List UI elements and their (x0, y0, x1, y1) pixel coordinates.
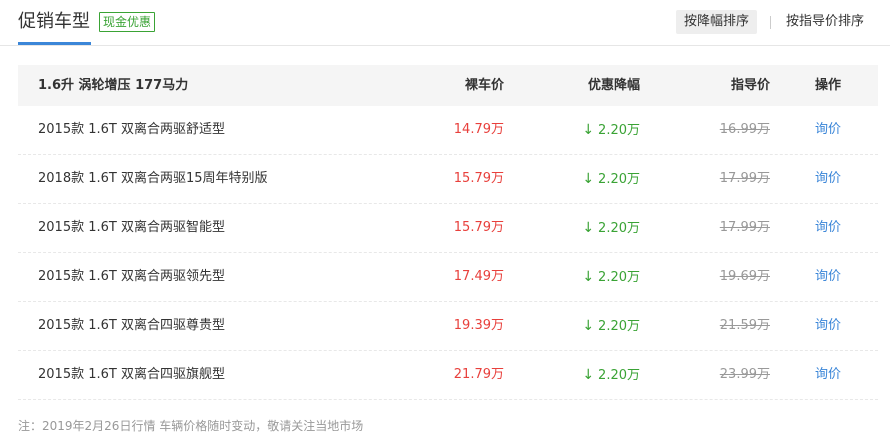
header-action: 操作 (814, 78, 841, 93)
header-price: 裸车价 (464, 78, 504, 93)
net-price: 14.79万 (453, 122, 504, 137)
car-model-name[interactable]: 2018款 1.6T 双离合两驱15周年特别版 (38, 155, 268, 203)
car-model-name[interactable]: 2015款 1.6T 双离合两驱智能型 (38, 204, 225, 252)
car-model-name[interactable]: 2015款 1.6T 双离合四驱尊贵型 (38, 302, 225, 350)
arrow-down-icon: ↓ (582, 220, 595, 236)
header-guide-price: 指导价 (730, 78, 770, 93)
guide-price: 19.69万 (719, 269, 770, 284)
sort-by-discount-button[interactable]: 按降幅排序 (676, 10, 758, 34)
discount-cell: ↓ 2.20万 (582, 155, 640, 204)
inquire-link[interactable]: 询价 (815, 204, 841, 252)
discount-cell: ↓ 2.20万 (582, 253, 640, 302)
header-discount: 优惠降幅 (587, 78, 640, 93)
arrow-down-icon: ↓ (582, 269, 595, 285)
inquire-link[interactable]: 询价 (815, 253, 841, 301)
arrow-down-icon: ↓ (582, 122, 595, 138)
arrow-down-icon: ↓ (582, 318, 595, 334)
table-header: 1.6升 涡轮增压 177马力 裸车价 优惠降幅 指导价 操作 (18, 65, 878, 106)
arrow-down-icon: ↓ (582, 171, 595, 187)
net-price: 21.79万 (453, 367, 504, 382)
table-row: 2015款 1.6T 双离合两驱舒适型 14.79万 ↓ 2.20万 16.99万 询价 (18, 106, 878, 155)
inquire-link[interactable]: 询价 (815, 302, 841, 350)
discount-value: 2.20万 (598, 368, 640, 383)
sort-by-guide-price-button[interactable]: 按指导价排序 (778, 10, 872, 34)
cash-discount-badge[interactable]: 现金优惠 (99, 12, 156, 32)
discount-value: 2.20万 (598, 319, 640, 334)
inquire-link[interactable]: 询价 (815, 351, 841, 399)
net-price: 17.49万 (453, 269, 504, 284)
inquire-link[interactable]: 询价 (815, 155, 841, 203)
table-row: 2018款 1.6T 双离合两驱15周年特别版 15.79万 ↓ 2.20万 17.99… (18, 155, 878, 204)
discount-cell: ↓ 2.20万 (582, 302, 640, 351)
net-price: 19.39万 (453, 318, 504, 333)
table-row: 2015款 1.6T 双离合四驱尊贵型 19.39万 ↓ 2.20万 21.59万 询价 (18, 302, 878, 351)
header-engine: 1.6升 涡轮增压 177马力 (38, 78, 189, 93)
promo-table: 1.6升 涡轮增压 177马力 裸车价 优惠降幅 指导价 操作 2015款 1.… (18, 65, 878, 400)
discount-value: 2.20万 (598, 172, 640, 187)
discount-cell: ↓ 2.20万 (582, 204, 640, 253)
guide-price: 23.99万 (719, 367, 770, 382)
inquire-link[interactable]: 询价 (815, 106, 841, 154)
table-row: 2015款 1.6T 双离合四驱旗舰型 21.79万 ↓ 2.20万 23.99万 询价 (18, 351, 878, 400)
discount-cell: ↓ 2.20万 (582, 106, 640, 155)
section-header: 促销车型 现金优惠 按降幅排序 按指导价排序 (0, 0, 890, 46)
car-model-name[interactable]: 2015款 1.6T 双离合两驱领先型 (38, 253, 225, 301)
discount-cell: ↓ 2.20万 (582, 351, 640, 400)
car-model-name[interactable]: 2015款 1.6T 双离合两驱舒适型 (38, 106, 225, 154)
arrow-down-icon: ↓ (582, 367, 595, 383)
discount-value: 2.20万 (598, 123, 640, 138)
guide-price: 16.99万 (719, 122, 770, 137)
title-underline (18, 42, 91, 45)
discount-value: 2.20万 (598, 221, 640, 236)
guide-price: 17.99万 (719, 171, 770, 186)
sort-divider (770, 16, 771, 29)
section-title: 促销车型 (18, 11, 90, 32)
table-row: 2015款 1.6T 双离合两驱智能型 15.79万 ↓ 2.20万 17.99万 询价 (18, 204, 878, 253)
price-note: 注：2019年2月26日行情 车辆价格随时变动，敬请关注当地市场 (18, 419, 364, 433)
net-price: 15.79万 (453, 171, 504, 186)
discount-value: 2.20万 (598, 270, 640, 285)
guide-price: 17.99万 (719, 220, 770, 235)
guide-price: 21.59万 (719, 318, 770, 333)
car-model-name[interactable]: 2015款 1.6T 双离合四驱旗舰型 (38, 351, 225, 399)
table-row: 2015款 1.6T 双离合两驱领先型 17.49万 ↓ 2.20万 19.69万 询价 (18, 253, 878, 302)
net-price: 15.79万 (453, 220, 504, 235)
